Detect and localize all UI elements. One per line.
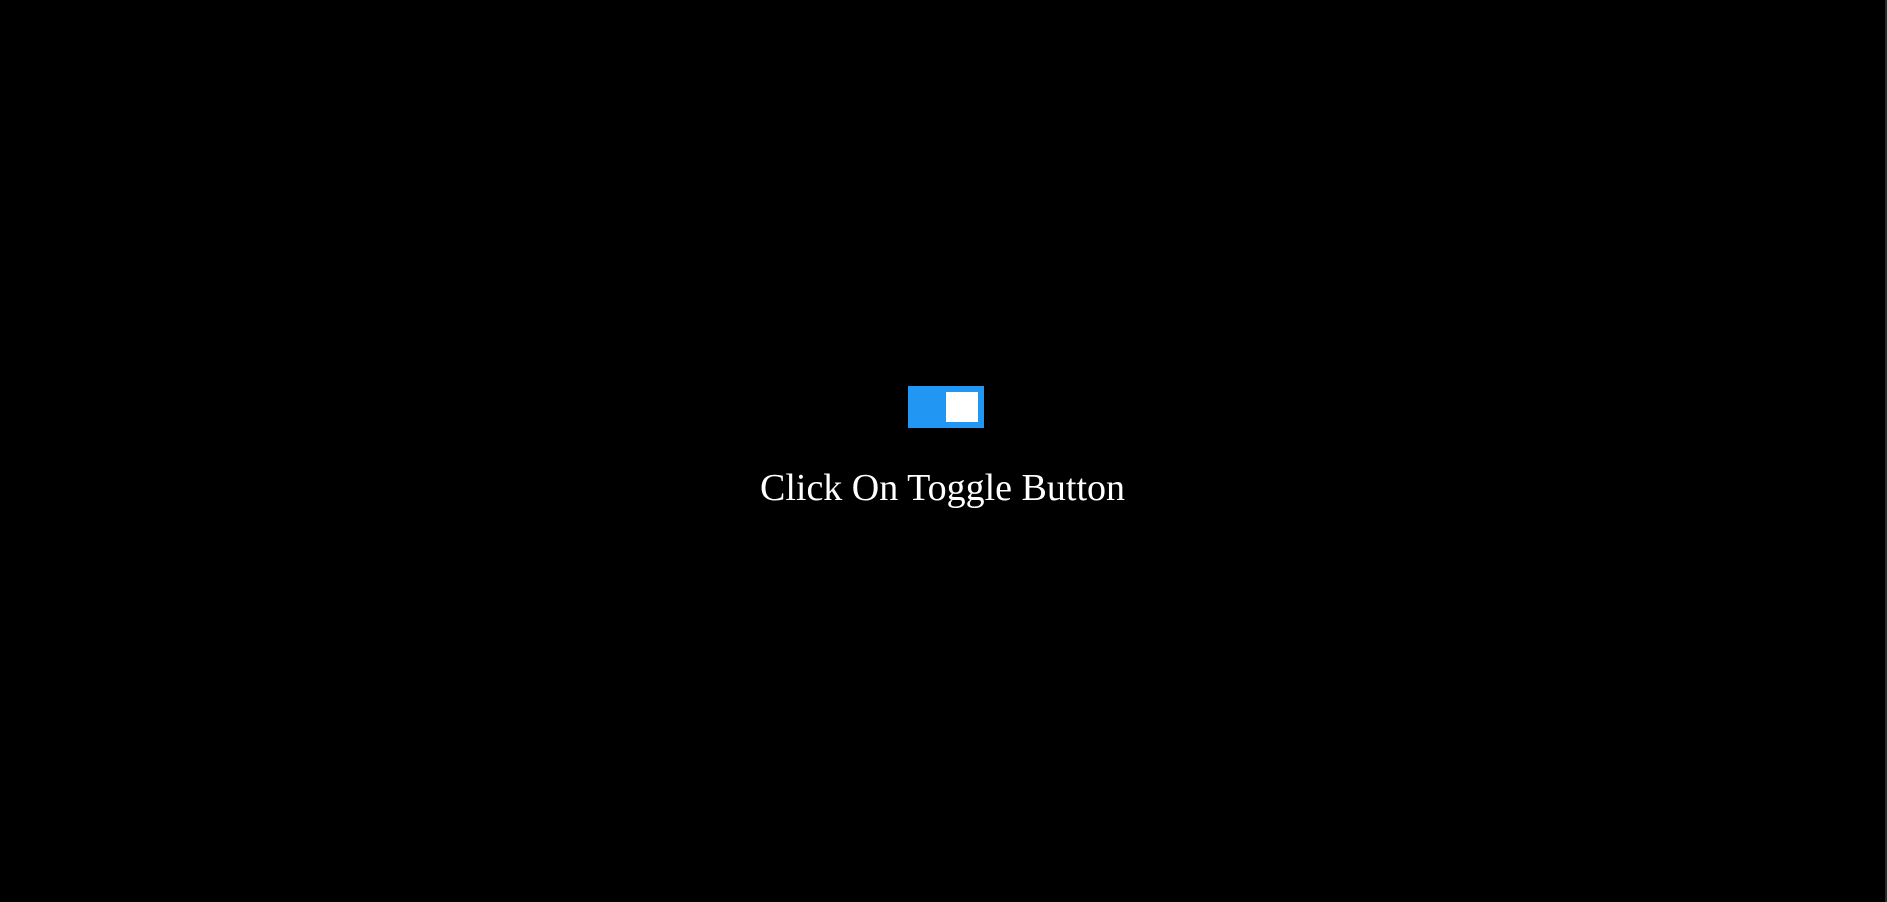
toggle-switch[interactable] [908, 386, 984, 428]
page: Click On Toggle Button [0, 0, 1887, 902]
toggle-caption: Click On Toggle Button [759, 467, 1126, 509]
toggle-knob [946, 392, 978, 422]
content-area: Click On Toggle Button [0, 0, 1885, 902]
